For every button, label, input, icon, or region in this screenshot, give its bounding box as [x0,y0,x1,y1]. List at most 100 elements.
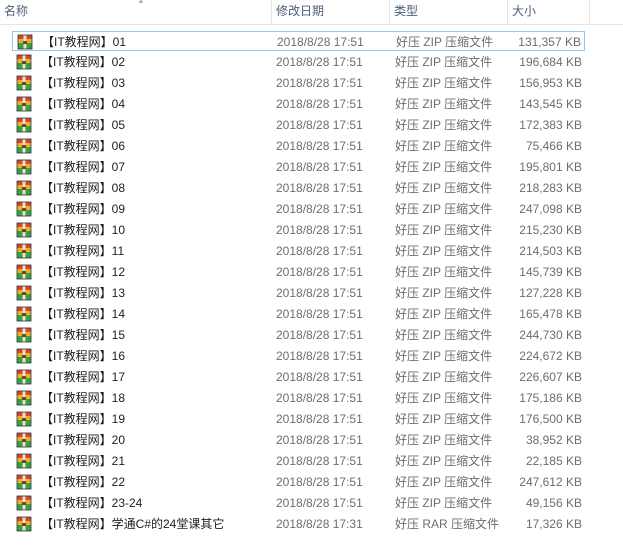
file-row[interactable]: 【IT教程网】12 2018/8/28 17:51 好压 ZIP 压缩文件 145,7… [12,262,585,282]
file-name: 【IT教程网】08 [41,181,126,195]
file-row[interactable]: 【IT教程网】03 2018/8/28 17:51 好压 ZIP 压缩文件 156,9… [12,73,585,93]
file-type: 好压 ZIP 压缩文件 [395,160,493,174]
file-type: 好压 ZIP 压缩文件 [395,307,493,321]
archive-icon [16,96,32,112]
file-type: 好压 ZIP 压缩文件 [395,202,493,216]
archive-icon [16,285,32,301]
file-type: 好压 ZIP 压缩文件 [395,223,493,237]
file-modified-date: 2018/8/28 17:51 [276,97,363,111]
file-size: 22,185 KB [525,454,582,468]
file-name: 【IT教程网】12 [41,265,126,279]
column-header-name[interactable]: 名称 ▲ [0,0,272,24]
file-row[interactable]: 【IT教程网】23-24 2018/8/28 17:51 好压 ZIP 压缩文件 49… [12,493,585,513]
file-type: 好压 ZIP 压缩文件 [395,496,493,510]
file-modified-date: 2018/8/28 17:51 [276,328,363,342]
file-modified-date: 2018/8/28 17:51 [276,496,363,510]
file-modified-date: 2018/8/28 17:51 [276,307,363,321]
column-header-bar: 名称 ▲ 修改日期 类型 大小 [0,0,623,25]
file-name: 【IT教程网】11 [41,244,125,258]
archive-icon [16,453,32,469]
archive-icon [16,264,32,280]
archive-icon [16,369,32,385]
file-name: 【IT教程网】10 [41,223,126,237]
file-row[interactable]: 【IT教程网】02 2018/8/28 17:51 好压 ZIP 压缩文件 196,6… [12,52,585,72]
archive-icon [16,432,32,448]
file-name: 【IT教程网】02 [41,55,126,69]
file-row[interactable]: 【IT教程网】01 2018/8/28 17:51 好压 ZIP 压缩文件 131,3… [12,31,585,51]
file-type: 好压 ZIP 压缩文件 [395,412,493,426]
sort-ascending-icon: ▲ [137,0,145,5]
file-row[interactable]: 【IT教程网】10 2018/8/28 17:51 好压 ZIP 压缩文件 215,2… [12,220,585,240]
file-type: 好压 ZIP 压缩文件 [395,475,493,489]
file-name: 【IT教程网】05 [41,118,126,132]
file-modified-date: 2018/8/28 17:51 [276,223,363,237]
file-modified-date: 2018/8/28 17:51 [276,202,363,216]
file-type: 好压 ZIP 压缩文件 [395,139,493,153]
file-row[interactable]: 【IT教程网】18 2018/8/28 17:51 好压 ZIP 压缩文件 175,1… [12,388,585,408]
file-name: 【IT教程网】23-24 [41,496,143,510]
file-modified-date: 2018/8/28 17:51 [276,454,363,468]
file-size: 172,383 KB [519,118,582,132]
file-type: 好压 ZIP 压缩文件 [395,97,493,111]
file-row[interactable]: 【IT教程网】11 2018/8/28 17:51 好压 ZIP 压缩文件 214,5… [12,241,585,261]
file-row[interactable]: 【IT教程网】22 2018/8/28 17:51 好压 ZIP 压缩文件 247,6… [12,472,585,492]
file-size: 215,230 KB [519,223,582,237]
archive-icon [16,201,32,217]
file-row[interactable]: 【IT教程网】15 2018/8/28 17:51 好压 ZIP 压缩文件 244,7… [12,325,585,345]
archive-icon [16,180,32,196]
file-type: 好压 RAR 压缩文件 [395,517,500,531]
archive-icon [16,159,32,175]
file-row[interactable]: 【IT教程网】04 2018/8/28 17:51 好压 ZIP 压缩文件 143,5… [12,94,585,114]
file-modified-date: 2018/8/28 17:51 [276,286,363,300]
file-row[interactable]: 【IT教程网】09 2018/8/28 17:51 好压 ZIP 压缩文件 247,0… [12,199,585,219]
archive-icon [16,306,32,322]
file-modified-date: 2018/8/28 17:51 [276,244,363,258]
file-size: 156,953 KB [519,76,582,90]
file-modified-date: 2018/8/28 17:51 [276,118,363,132]
file-row[interactable]: 【IT教程网】13 2018/8/28 17:51 好压 ZIP 压缩文件 127,2… [12,283,585,303]
column-header-size[interactable]: 大小 [508,0,590,24]
file-row[interactable]: 【IT教程网】19 2018/8/28 17:51 好压 ZIP 压缩文件 176,5… [12,409,585,429]
column-header-type-label: 类型 [394,4,419,18]
file-row[interactable]: 【IT教程网】学通C#的24堂课其它 2018/8/28 17:31 好压 RAR … [12,514,585,534]
file-size: 127,228 KB [519,286,582,300]
file-modified-date: 2018/8/28 17:51 [276,181,363,195]
file-modified-date: 2018/8/28 17:51 [276,76,363,90]
file-row[interactable]: 【IT教程网】21 2018/8/28 17:51 好压 ZIP 压缩文件 22,18… [12,451,585,471]
file-type: 好压 ZIP 压缩文件 [395,391,493,405]
file-row[interactable]: 【IT教程网】08 2018/8/28 17:51 好压 ZIP 压缩文件 218,2… [12,178,585,198]
file-modified-date: 2018/8/28 17:31 [276,517,363,531]
column-header-date[interactable]: 修改日期 [272,0,390,24]
file-row[interactable]: 【IT教程网】05 2018/8/28 17:51 好压 ZIP 压缩文件 172,3… [12,115,585,135]
file-name: 【IT教程网】19 [41,412,126,426]
file-name: 【IT教程网】09 [41,202,126,216]
file-size: 175,186 KB [519,391,582,405]
file-name: 【IT教程网】16 [41,349,126,363]
file-row[interactable]: 【IT教程网】07 2018/8/28 17:51 好压 ZIP 压缩文件 195,8… [12,157,585,177]
archive-icon [16,348,32,364]
file-size: 49,156 KB [525,496,582,510]
file-type: 好压 ZIP 压缩文件 [396,35,494,49]
file-type: 好压 ZIP 压缩文件 [395,55,493,69]
file-size: 17,326 KB [525,517,582,531]
file-type: 好压 ZIP 压缩文件 [395,181,493,195]
file-row[interactable]: 【IT教程网】17 2018/8/28 17:51 好压 ZIP 压缩文件 226,6… [12,367,585,387]
file-type: 好压 ZIP 压缩文件 [395,328,493,342]
file-row[interactable]: 【IT教程网】14 2018/8/28 17:51 好压 ZIP 压缩文件 165,4… [12,304,585,324]
file-type: 好压 ZIP 压缩文件 [395,244,493,258]
file-modified-date: 2018/8/28 17:51 [276,139,363,153]
file-row[interactable]: 【IT教程网】20 2018/8/28 17:51 好压 ZIP 压缩文件 38,95… [12,430,585,450]
archive-icon [16,390,32,406]
file-name: 【IT教程网】22 [41,475,126,489]
archive-icon [16,54,32,70]
file-size: 195,801 KB [519,160,582,174]
archive-icon [17,34,33,50]
file-row[interactable]: 【IT教程网】06 2018/8/28 17:51 好压 ZIP 压缩文件 75,46… [12,136,585,156]
file-modified-date: 2018/8/28 17:51 [277,35,364,49]
archive-icon [16,495,32,511]
file-name: 【IT教程网】03 [41,76,126,90]
file-type: 好压 ZIP 压缩文件 [395,118,493,132]
column-header-type[interactable]: 类型 [390,0,508,24]
file-row[interactable]: 【IT教程网】16 2018/8/28 17:51 好压 ZIP 压缩文件 224,6… [12,346,585,366]
file-size: 145,739 KB [519,265,582,279]
